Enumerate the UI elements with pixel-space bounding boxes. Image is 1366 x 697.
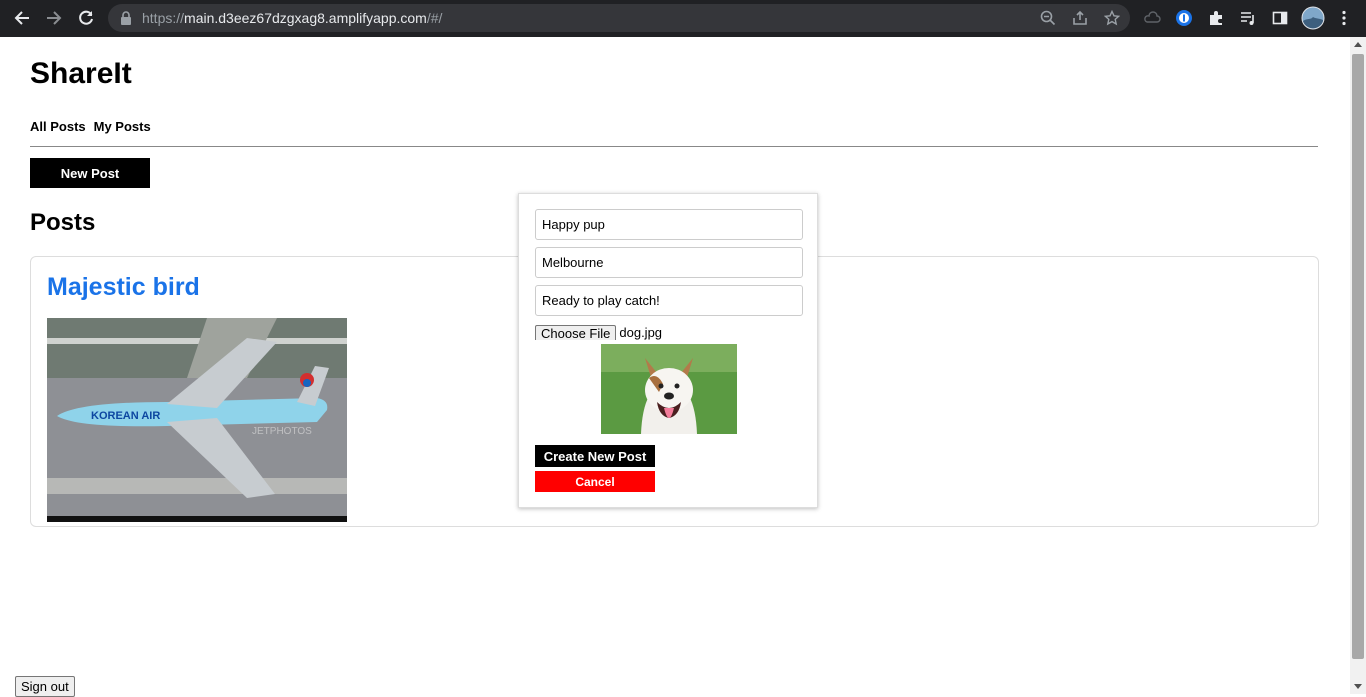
bookmark-star-icon[interactable] — [1102, 8, 1122, 28]
post-image: KOREAN AIR JETPHOTOS — [47, 318, 347, 522]
new-post-modal: Choose Filedog.jpg Create New Post Cance… — [518, 193, 818, 508]
browser-toolbar: https://main.d3eez67dzgxag8.amplifyapp.c… — [0, 0, 1366, 37]
scroll-down-arrow-icon[interactable] — [1354, 684, 1362, 689]
main-nav: All Posts My Posts — [30, 119, 159, 134]
post-title-input[interactable] — [535, 209, 803, 240]
page-scrollbar[interactable] — [1350, 37, 1366, 694]
posts-heading: Posts — [30, 209, 96, 236]
new-post-button[interactable]: New Post — [30, 158, 150, 188]
password-manager-icon[interactable] — [1174, 8, 1194, 28]
extension-cloud-icon[interactable] — [1142, 8, 1162, 28]
create-post-button[interactable]: Create New Post — [535, 445, 655, 467]
page-content: ShareIt All Posts My Posts New Post Posts… — [0, 37, 1350, 697]
scroll-up-arrow-icon[interactable] — [1354, 42, 1362, 47]
back-arrow-icon[interactable] — [10, 6, 34, 30]
url-text: https://main.d3eez67dzgxag8.amplifyapp.c… — [142, 10, 443, 26]
side-panel-icon[interactable] — [1270, 8, 1290, 28]
zoom-icon[interactable] — [1038, 8, 1058, 28]
image-watermark: JETPHOTOS — [252, 426, 312, 437]
app-title: ShareIt — [30, 57, 132, 90]
image-preview — [601, 344, 737, 434]
menu-kebab-icon[interactable] — [1334, 8, 1354, 28]
extensions-puzzle-icon[interactable] — [1206, 8, 1226, 28]
nav-link-my-posts[interactable]: My Posts — [94, 119, 151, 134]
reload-icon[interactable] — [74, 6, 98, 30]
aircraft-livery-text: KOREAN AIR — [91, 410, 160, 422]
address-bar[interactable]: https://main.d3eez67dzgxag8.amplifyapp.c… — [108, 4, 1130, 32]
media-queue-icon[interactable] — [1238, 8, 1258, 28]
post-description-input[interactable] — [535, 285, 803, 316]
cancel-button[interactable]: Cancel — [535, 471, 655, 492]
nav-divider — [30, 146, 1318, 147]
post-title-link[interactable]: Majestic bird — [47, 273, 200, 302]
profile-avatar[interactable] — [1301, 6, 1325, 30]
lock-icon — [120, 11, 132, 30]
scrollbar-thumb[interactable] — [1352, 54, 1364, 659]
choose-file-button[interactable]: Choose File — [535, 325, 617, 340]
nav-link-all-posts[interactable]: All Posts — [30, 119, 86, 134]
share-icon[interactable] — [1070, 8, 1090, 28]
post-location-input[interactable] — [535, 247, 803, 278]
forward-arrow-icon[interactable] — [42, 6, 66, 30]
file-input: Choose File dog.jpg — [535, 325, 803, 340]
file-name-label: dog.jpg — [619, 325, 663, 340]
